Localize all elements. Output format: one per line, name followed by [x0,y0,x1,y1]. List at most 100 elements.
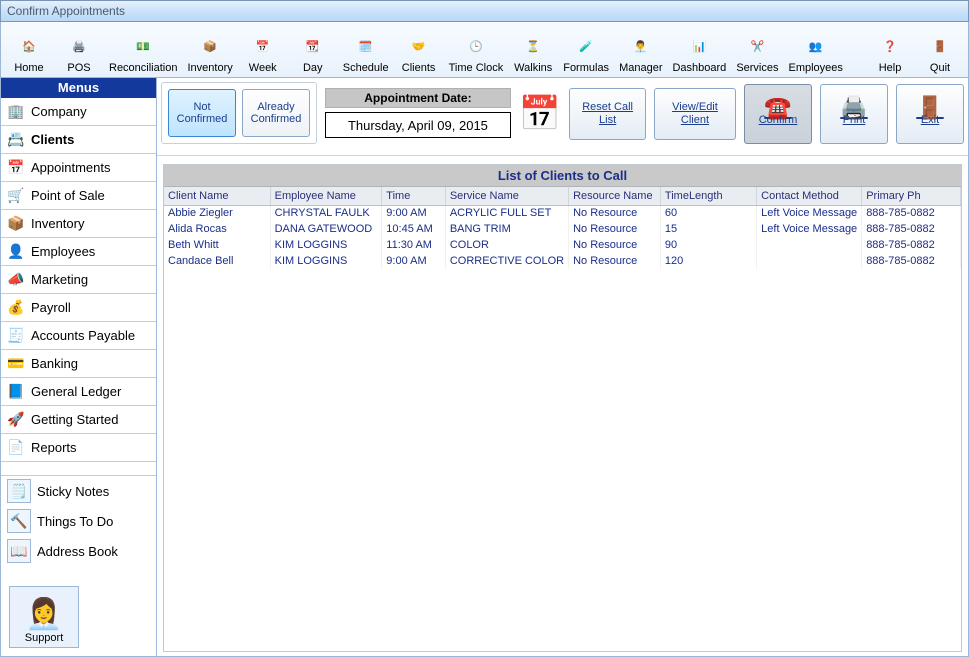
table-cell: KIM LOGGINS [270,253,382,269]
table-cell: 60 [660,205,756,221]
column-header[interactable]: Resource Name [569,187,661,205]
sidebar-icon: 📦 [7,215,25,233]
toolbar-label: Home [14,62,43,74]
table-cell [757,253,862,269]
column-header[interactable]: Time [382,187,446,205]
sidebar-item-payroll[interactable]: 💰Payroll [1,294,156,322]
calendar-icon[interactable]: 📅 [519,88,561,140]
sidebar-item-reports[interactable]: 📄 Reports [1,434,156,462]
column-header[interactable]: TimeLength [660,187,756,205]
already-confirmed-label: Already Confirmed [243,101,309,125]
toolbar-employees[interactable]: 👥Employees [785,24,847,76]
reset-call-list-button[interactable]: Reset Call List [569,88,646,140]
sidebar-extra-label: Address Book [37,544,118,559]
column-header[interactable]: Employee Name [270,187,382,205]
table-cell: 90 [660,237,756,253]
table-row[interactable]: Candace BellKIM LOGGINS9:00 AMCORRECTIVE… [164,253,961,269]
sidebar-item-banking[interactable]: 💳Banking [1,350,156,378]
toolbar-reconciliation[interactable]: 💵Reconciliation [105,24,181,76]
appointment-date-value[interactable]: Thursday, April 09, 2015 [325,112,511,138]
column-header[interactable]: Service Name [445,187,568,205]
table-cell: 888-785-0882 [862,221,961,237]
sidebar-item-appointments[interactable]: 📅Appointments [1,154,156,182]
table-cell: Candace Bell [164,253,270,269]
sidebar-item-label: General Ledger [31,384,121,399]
sidebar-icon: 🛒 [7,187,25,205]
table-cell: 888-785-0882 [862,253,961,269]
sidebar-item-marketing[interactable]: 📣 Marketing [1,266,156,294]
print-button[interactable]: 🖨️ Print [820,84,888,144]
toolbar-quit[interactable]: 🚪Quit [916,24,964,76]
toolbar-inventory[interactable]: 📦Inventory [183,24,236,76]
toolbar-home[interactable]: 🏠Home [5,24,53,76]
toolbar-formulas[interactable]: 🧪Formulas [559,24,613,76]
toolbar-time clock[interactable]: 🕒Time Clock [445,24,508,76]
toolbar-label: Help [879,62,902,74]
walkins-icon: ⏳ [526,30,540,62]
column-header[interactable]: Contact Method [757,187,862,205]
main-area: Menus 🏢Company📇Clients📅Appointments🛒Poin… [0,78,969,657]
not-confirmed-tab[interactable]: Not Confirmed [168,89,236,137]
toolbar-schedule[interactable]: 🗓️Schedule [339,24,393,76]
sidebar-item-accounts-payable[interactable]: 🧾Accounts Payable [1,322,156,350]
toolbar-manager[interactable]: 👨‍💼Manager [615,24,666,76]
exit-button[interactable]: 🚪 Exit [896,84,964,144]
sidebar-item-company[interactable]: 🏢Company [1,98,156,126]
toolbar-week[interactable]: 📅Week [239,24,287,76]
sidebar-icon: 📣 [7,271,25,289]
appointment-date-box: Appointment Date: Thursday, April 09, 20… [325,88,511,138]
sidebar-item-getting-started[interactable]: 🚀Getting Started [1,406,156,434]
sidebar-icon: 📘 [7,383,25,401]
toolbar-help[interactable]: ❓Help [866,24,914,76]
column-header[interactable]: Client Name [164,187,270,205]
schedule-icon: 🗓️ [359,30,373,62]
sidebar-item-clients[interactable]: 📇Clients [1,126,156,154]
toolbar-day[interactable]: 📆Day [289,24,337,76]
support-button[interactable]: 👩‍💼 Support [9,586,79,648]
sidebar-item-label: Marketing [31,272,88,287]
column-header[interactable]: Primary Ph [862,187,961,205]
toolbar-dashboard[interactable]: 📊Dashboard [668,24,730,76]
content-area: Not Confirmed Already Confirmed Appointm… [157,78,968,656]
table-cell: 888-785-0882 [862,205,961,221]
toolbar-clients[interactable]: 🤝Clients [395,24,443,76]
sidebar-extra-sticky-notes[interactable]: 🗒️Sticky Notes [1,476,156,506]
toolbar-pos[interactable]: 🖨️POS [55,24,103,76]
sidebar-item-label: Employees [31,244,95,259]
table-cell [757,237,862,253]
sidebar-item-point-of-sale[interactable]: 🛒Point of Sale [1,182,156,210]
toolbar-walkins[interactable]: ⏳Walkins [509,24,557,76]
table-row[interactable]: Alida RocasDANA GATEWOOD10:45 AMBANG TRI… [164,221,961,237]
sidebar-item-label: Reports [31,440,77,455]
table-cell: 15 [660,221,756,237]
reconciliation-icon: 💵 [136,30,150,62]
inventory-icon: 📦 [203,30,217,62]
sidebar-item-employees[interactable]: 👤Employees [1,238,156,266]
sidebar-item-inventory[interactable]: 📦Inventory [1,210,156,238]
sidebar-extra-address-book[interactable]: 📖Address Book [1,536,156,566]
table-row[interactable]: Beth WhittKIM LOGGINS11:30 AMCOLORNo Res… [164,237,961,253]
sidebar-item-general-ledger[interactable]: 📘 General Ledger [1,378,156,406]
table-row[interactable]: Abbie ZieglerCHRYSTAL FAULK9:00 AMACRYLI… [164,205,961,221]
table-cell: 11:30 AM [382,237,446,253]
window-titlebar: Confirm Appointments [0,0,969,22]
already-confirmed-tab[interactable]: Already Confirmed [242,89,310,137]
pos-icon: 🖨️ [72,30,86,62]
manager-icon: 👨‍💼 [634,30,648,62]
sidebar-item-label: Clients [31,132,74,147]
sidebar-extra-label: Sticky Notes [37,484,109,499]
table-cell: Beth Whitt [164,237,270,253]
view-edit-client-button[interactable]: View/Edit Client [654,88,736,140]
confirm-button[interactable]: ☎️ Confirm [744,84,812,144]
sidebar: Menus 🏢Company📇Clients📅Appointments🛒Poin… [1,78,157,656]
toolbar-services[interactable]: ✂️Services [732,24,782,76]
table-cell: 10:45 AM [382,221,446,237]
toolbar-label: Schedule [343,62,389,74]
sidebar-icon: 📄 [7,439,25,457]
table-cell: DANA GATEWOOD [270,221,382,237]
home-icon: 🏠 [22,30,36,62]
table-cell: ACRYLIC FULL SET [445,205,568,221]
toolbar-label: Dashboard [672,62,726,74]
sidebar-extra-things-to-do[interactable]: 🔨Things To Do [1,506,156,536]
support-icon: 👩‍💼 [25,597,62,632]
